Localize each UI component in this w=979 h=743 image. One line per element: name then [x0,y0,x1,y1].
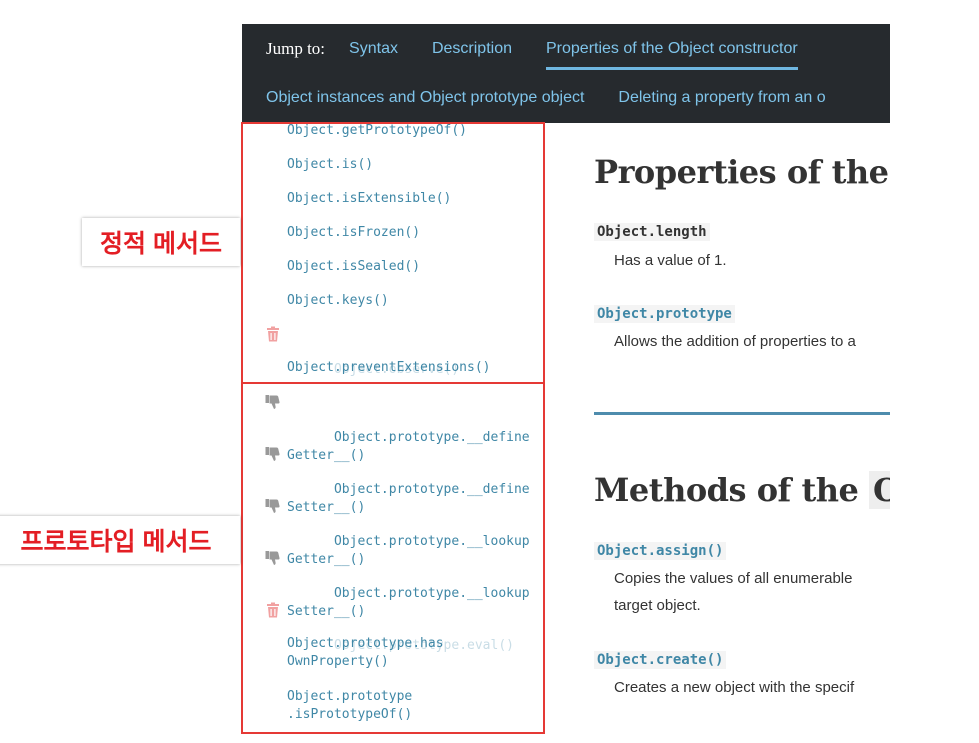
heading-methods-text: Methods of the [594,471,859,509]
prototype-methods-highlight-box [241,382,545,734]
jump-link-deleting-property[interactable]: Deleting a property from an o [618,89,825,107]
static-methods-highlight-box [241,122,545,384]
jump-to-label: Jump to: [266,39,326,58]
jump-link-object-instances[interactable]: Object instances and Object prototype ob… [266,89,584,107]
term-object-create[interactable]: Object.create() [594,651,727,669]
term-object-length: Object.length [594,223,710,241]
static-methods-label: 정적 메서드 [82,218,240,266]
heading-methods-code: O [869,471,890,509]
desc-object-assign: Copies the values of all enumerable [614,570,853,587]
desc-object-length: Has a value of 1. [614,252,727,269]
desc-object-create: Creates a new object with the specif [614,679,855,696]
prototype-methods-label: 프로토타입 메서드 [0,516,240,564]
heading-methods: Methods of the O [594,471,890,509]
heading-properties: Properties of the [594,153,889,191]
term-object-assign[interactable]: Object.assign() [594,542,727,560]
jump-link-properties-constructor[interactable]: Properties of the Object constructor [546,40,798,70]
desc-object-prototype: Allows the addition of properties to a [614,333,856,350]
term-object-prototype[interactable]: Object.prototype [594,305,735,323]
jump-to-bar: Jump to: Syntax Description Properties o… [242,24,890,123]
main-content: Properties of the Object.length Has a va… [594,123,890,733]
jump-link-description[interactable]: Description [432,40,512,58]
jump-link-syntax[interactable]: Syntax [349,40,398,58]
desc-object-assign-2: target object. [614,597,701,614]
section-divider [594,412,890,415]
